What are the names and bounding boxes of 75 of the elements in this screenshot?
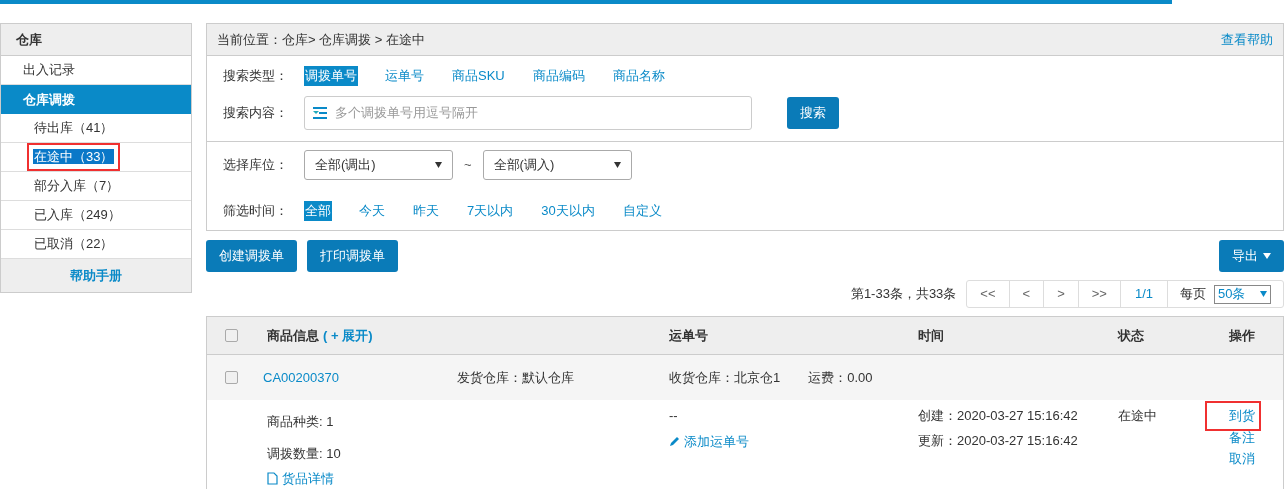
sidebar-item[interactable]: 在途中（33）	[33, 149, 115, 165]
help-link[interactable]: 查看帮助	[1221, 29, 1273, 50]
table-cell-text: 调拨数量: 10	[267, 444, 341, 463]
column-header: 状态	[1118, 327, 1144, 343]
per-page-label: 每页	[1180, 285, 1206, 304]
pagination-button[interactable]: <	[1009, 281, 1045, 307]
time-filter-option[interactable]: 全部	[304, 201, 332, 221]
search-type-tab[interactable]: 调拨单号	[304, 66, 358, 86]
search-type-tab[interactable]: 运单号	[384, 66, 425, 86]
help-manual-link[interactable]: 帮助手册	[1, 259, 191, 292]
sidebar-title: 仓库	[1, 24, 191, 56]
row-action-link[interactable]: 备注	[1229, 427, 1255, 447]
sidebar-item[interactable]: 已入库（249）	[33, 205, 122, 225]
sidebar-item[interactable]: 仓库调拨	[1, 85, 191, 114]
search-type-tab[interactable]: 商品SKU	[451, 66, 506, 86]
page-indicator: 1/1	[1120, 281, 1168, 307]
dropdown-value: 全部(调入)	[493, 156, 555, 175]
checkbox[interactable]	[224, 329, 238, 342]
search-field[interactable]: 多个调拨单号用逗号隔开	[304, 96, 752, 130]
table-cell-text: 发货仓库：默认仓库	[457, 368, 574, 387]
action-button[interactable]: 打印调拨单	[307, 240, 398, 272]
search-button[interactable]: 搜索	[787, 97, 839, 129]
sidebar-item[interactable]: 已取消（22）	[33, 234, 115, 254]
export-button[interactable]: 导出	[1219, 240, 1284, 272]
checkbox[interactable]	[224, 371, 238, 384]
breadcrumb: 当前位置：仓库> 仓库调拨 > 在途中	[217, 30, 426, 49]
time-filter-option[interactable]: 自定义	[621, 201, 663, 221]
sidebar-item[interactable]: 部分入库（7）	[33, 176, 121, 196]
per-page-dropdown[interactable]: 50条	[1214, 284, 1271, 304]
caret-icon	[1263, 253, 1271, 259]
table-cell-text: 收货仓库：北京仓1	[669, 368, 781, 387]
search-type-tab[interactable]: 商品编码	[531, 66, 586, 86]
list-icon	[312, 106, 328, 120]
pagination-button[interactable]: >	[1044, 281, 1079, 307]
search-placeholder: 多个调拨单号用逗号隔开	[335, 104, 478, 123]
table-cell-text: 商品种类: 1	[267, 413, 334, 431]
column-header: 运单号	[669, 327, 708, 343]
time-filter-option[interactable]: 昨天	[412, 201, 440, 221]
detail-link[interactable]: 货品详情	[267, 469, 334, 489]
document-icon	[267, 472, 278, 486]
dropdown-value: 50条	[1218, 285, 1246, 304]
pagination-button[interactable]: >>	[1078, 281, 1121, 307]
time-filter-option[interactable]: 7天以内	[466, 201, 515, 221]
column-header: 操作	[1229, 326, 1255, 345]
column-header: 商品信息	[267, 326, 319, 345]
field-label: 搜索类型：	[223, 67, 289, 86]
page-summary: 第1-33条，共33条	[850, 285, 957, 304]
status-text: 在途中	[1118, 408, 1157, 423]
search-type-tab[interactable]: 商品名称	[611, 66, 666, 86]
table-cell-text: 运费：0.00	[808, 368, 873, 387]
time-filter-option[interactable]: 今天	[358, 201, 386, 221]
pagination-button[interactable]: <<	[967, 281, 1010, 307]
dropdown-value: 全部(调出)	[315, 156, 376, 175]
location-dropdown[interactable]: 全部(调出)	[304, 150, 453, 180]
expand-link[interactable]: ( + 展开)	[323, 325, 373, 346]
table-cell-text: 更新：2020-03-27 15:16:42	[918, 431, 1078, 450]
field-label: 筛选时间：	[223, 202, 289, 221]
range-separator: ~	[464, 156, 472, 175]
caret-icon	[613, 162, 621, 168]
column-header: 时间	[918, 327, 944, 343]
field-label: 搜索内容：	[223, 104, 289, 123]
order-number-link[interactable]: CA00200370	[263, 367, 457, 388]
caret-icon	[1260, 291, 1267, 297]
action-button[interactable]: 创建调拨单	[206, 240, 297, 272]
table-cell-text: 创建：2020-03-27 15:16:42	[918, 407, 1078, 425]
field-label: 选择库位：	[223, 156, 289, 175]
table-cell-text: --	[669, 407, 678, 425]
pencil-icon	[669, 435, 681, 448]
location-dropdown[interactable]: 全部(调入)	[482, 150, 632, 180]
time-filter-option[interactable]: 30天以内	[540, 201, 596, 221]
row-action-link[interactable]: 到货	[1229, 408, 1255, 423]
row-action-link[interactable]: 取消	[1229, 449, 1255, 469]
caret-icon	[435, 162, 442, 168]
add-tracking-link[interactable]: 添加运单号	[669, 431, 749, 451]
sidebar-item[interactable]: 待出库（41）	[33, 118, 115, 138]
